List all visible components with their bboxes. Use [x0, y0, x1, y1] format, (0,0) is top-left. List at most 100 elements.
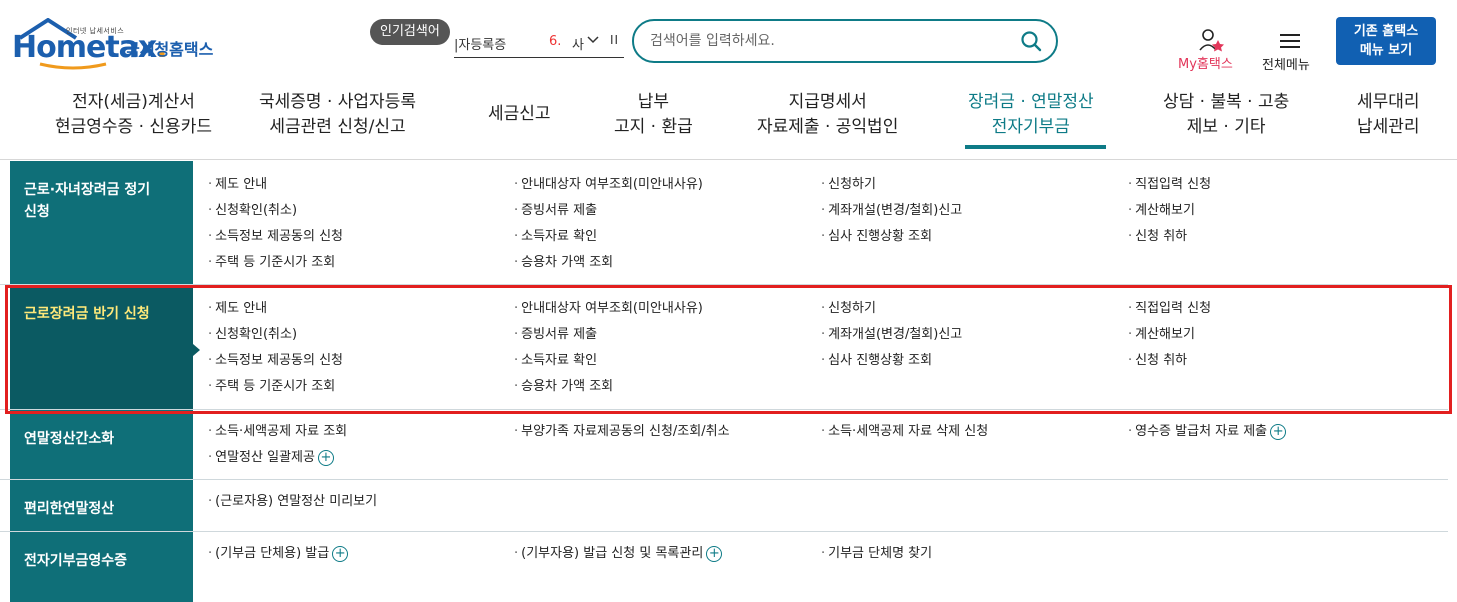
my-hometax-button[interactable]: My홈택스	[1176, 28, 1246, 73]
user-icon	[1199, 29, 1224, 52]
chevron-down-icon[interactable]	[586, 32, 600, 50]
menu-link-label: 소득정보 제공동의 신청	[215, 353, 344, 368]
menu-link[interactable]: · 계좌개설(변경/철회)신고	[821, 201, 962, 221]
submenu-panel: 근로·자녀장려금 정기 신청 · 제도 안내 · 안내대상자 여부조회(미안내사유) …	[0, 161, 1457, 602]
plus-circle-icon[interactable]: +	[332, 545, 349, 562]
gnb-label-1: 납부	[637, 92, 670, 112]
global-nav: 전자(세금)계산서 현금영수증 · 신용카드 국세증명 · 사업자등록 세금관련 신…	[0, 90, 1457, 152]
popular-search-prev-item[interactable]: |자등록증	[454, 34, 506, 53]
menu-link[interactable]: · 영수증 발급처 자료 제출 +	[1128, 422, 1287, 442]
bullet: ·	[514, 379, 519, 394]
section-title[interactable]: 근로장려금 반기 신청	[10, 285, 193, 409]
plus-circle-icon[interactable]: +	[1270, 423, 1287, 440]
menu-link[interactable]: · 제도 안내	[208, 175, 267, 195]
menu-link-label: 제도 안내	[215, 177, 268, 192]
gnb-item-incentives[interactable]: 장려금 · 연말정산 전자기부금	[968, 90, 1094, 140]
menu-link[interactable]: · 직접입력 신청	[1128, 299, 1211, 319]
bullet: ·	[1128, 327, 1133, 342]
menu-link[interactable]: · 증빙서류 제출	[514, 201, 597, 221]
menu-link-label: 심사 진행상황 조회	[828, 229, 933, 244]
menu-link[interactable]: · 신청 취하	[1128, 227, 1187, 247]
menu-link[interactable]: · 안내대상자 여부조회(미안내사유)	[514, 299, 703, 319]
menu-link[interactable]: · 증빙서류 제출	[514, 325, 597, 345]
logo-swoosh-icon	[39, 62, 107, 70]
bullet: ·	[514, 301, 519, 316]
bullet: ·	[514, 353, 519, 368]
menu-link[interactable]: · 소득·세액공제 자료 조회	[208, 422, 347, 442]
menu-link[interactable]: · 제도 안내	[208, 299, 267, 319]
menu-link[interactable]: · 승용차 가액 조회	[514, 253, 613, 273]
menu-link[interactable]: · 승용차 가액 조회	[514, 377, 613, 397]
menu-link[interactable]: · 소득정보 제공동의 신청	[208, 351, 343, 371]
logo-word-a: Hom	[12, 30, 87, 65]
bullet: ·	[514, 327, 519, 342]
section-title[interactable]: 전자기부금영수증	[10, 532, 193, 602]
gnb-item-tax-agent[interactable]: 세무대리 납세관리	[1357, 90, 1420, 140]
menu-link[interactable]: · 신청하기	[821, 299, 876, 319]
plus-circle-icon[interactable]: +	[317, 449, 334, 466]
menu-link-label: 연말정산 일괄제공	[215, 450, 315, 465]
menu-link-label: 신청하기	[828, 177, 876, 192]
hometax-logo[interactable]: 인터넷 납세서비스 Hometax. 국세청홈택스	[10, 18, 230, 70]
menu-link-label: 주택 등 기준시가 조회	[215, 379, 336, 394]
popular-search-ticker[interactable]: |자등록증 6. 사 II	[454, 30, 624, 58]
gnb-item-payment[interactable]: 납부 고지 · 환급	[614, 90, 693, 140]
menu-link[interactable]: · 계산해보기	[1128, 201, 1195, 221]
menu-link-label: 심사 진행상황 조회	[828, 353, 933, 368]
menu-link[interactable]: · 소득정보 제공동의 신청	[208, 227, 343, 247]
search-input[interactable]	[650, 31, 1010, 51]
menu-link[interactable]: · 신청확인(취소)	[208, 201, 297, 221]
menu-link[interactable]: · (기부금 단체용) 발급 +	[208, 544, 349, 564]
popular-search-current-item[interactable]: 사	[572, 34, 584, 53]
search-icon[interactable]	[1020, 30, 1042, 56]
menu-link[interactable]: · 심사 진행상황 조회	[821, 351, 932, 371]
gnb-item-statements[interactable]: 지급명세서 자료제출 · 공익법인	[757, 90, 898, 140]
bullet: ·	[514, 424, 519, 439]
menu-link[interactable]: · 신청확인(취소)	[208, 325, 297, 345]
menu-link[interactable]: · (근로자용) 연말정산 미리보기	[208, 492, 377, 512]
all-menu-button[interactable]: 전체메뉴	[1262, 30, 1320, 75]
gnb-item-certificates[interactable]: 국세증명 · 사업자등록 세금관련 신청/신고	[259, 90, 416, 140]
menu-link-label: 신청확인(취소)	[215, 327, 298, 342]
gnb-label-1: 세금신고	[488, 104, 551, 124]
menu-link[interactable]: · (기부자용) 발급 신청 및 목록관리 +	[514, 544, 723, 564]
menu-link[interactable]: · 주택 등 기준시가 조회	[208, 377, 335, 397]
gnb-item-consultation[interactable]: 상담 · 불복 · 고충 제보 · 기타	[1163, 90, 1289, 140]
menu-link[interactable]: · 소득·세액공제 자료 삭제 신청	[821, 422, 988, 442]
bullet: ·	[1128, 177, 1133, 192]
menu-link[interactable]: · 직접입력 신청	[1128, 175, 1211, 195]
menu-link[interactable]: · 주택 등 기준시가 조회	[208, 253, 335, 273]
menu-link[interactable]: · 신청 취하	[1128, 351, 1187, 371]
section-title[interactable]: 편리한연말정산	[10, 480, 193, 531]
pause-icon[interactable]: II	[610, 33, 619, 47]
legacy-menu-button[interactable]: 기존 홈택스 메뉴 보기	[1336, 17, 1436, 65]
gnb-item-tax-filing[interactable]: 세금신고	[488, 102, 551, 127]
menu-link-label: 직접입력 신청	[1135, 301, 1212, 316]
bullet: ·	[208, 203, 213, 218]
bullet: ·	[208, 301, 213, 316]
menu-link[interactable]: · 안내대상자 여부조회(미안내사유)	[514, 175, 703, 195]
gnb-item-e-invoice[interactable]: 전자(세금)계산서 현금영수증 · 신용카드	[55, 90, 212, 140]
menu-link[interactable]: · 계좌개설(변경/철회)신고	[821, 325, 962, 345]
menu-link[interactable]: · 부양가족 자료제공동의 신청/조회/취소	[514, 422, 730, 442]
legacy-menu-label-2: 메뉴 보기	[1359, 43, 1413, 58]
gnb-label-1: 전자(세금)계산서	[72, 92, 195, 112]
menu-link[interactable]: · 신청하기	[821, 175, 876, 195]
menu-link-label: 신청확인(취소)	[215, 203, 298, 218]
bullet: ·	[821, 177, 826, 192]
bullet: ·	[821, 203, 826, 218]
menu-link-label: 주택 등 기준시가 조회	[215, 255, 336, 270]
section-convenient-year-end: 편리한연말정산 · (근로자용) 연말정산 미리보기	[0, 480, 1448, 532]
menu-link-label: 계산해보기	[1135, 203, 1195, 218]
menu-link[interactable]: · 심사 진행상황 조회	[821, 227, 932, 247]
plus-circle-icon[interactable]: +	[706, 545, 723, 562]
section-title[interactable]: 연말정산간소화	[10, 410, 193, 479]
menu-link[interactable]: · 연말정산 일괄제공 +	[208, 448, 334, 468]
menu-link[interactable]: · 소득자료 확인	[514, 351, 597, 371]
menu-link[interactable]: · 계산해보기	[1128, 325, 1195, 345]
section-title[interactable]: 근로·자녀장려금 정기 신청	[10, 161, 193, 284]
menu-link[interactable]: · 기부금 단체명 찾기	[821, 544, 932, 564]
menu-link-label: 신청하기	[828, 301, 876, 316]
gnb-label-2: 전자기부금	[991, 117, 1070, 137]
menu-link[interactable]: · 소득자료 확인	[514, 227, 597, 247]
